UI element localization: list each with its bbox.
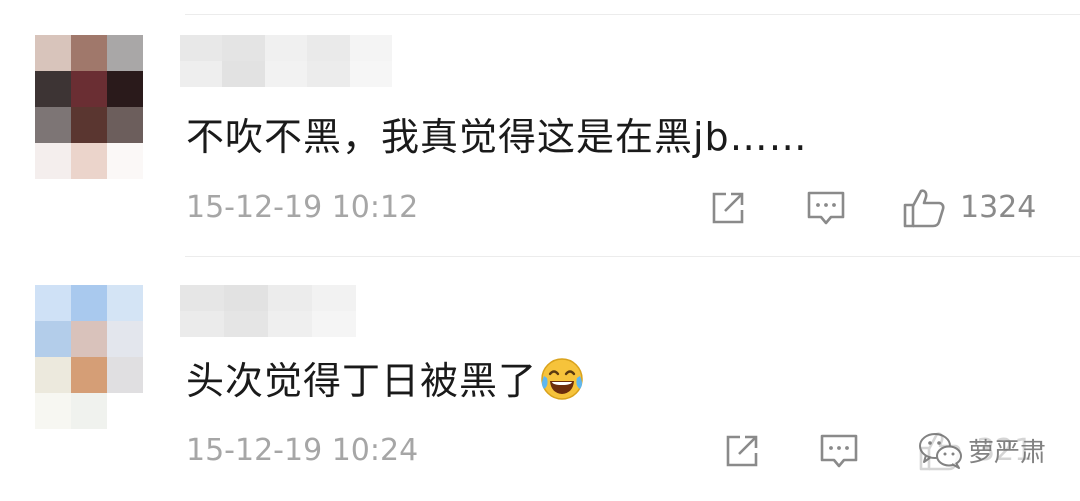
comment-item: 不吹不黑，我真觉得这是在黑jb…… 15-12-19 10:12 1324	[0, 0, 1080, 256]
username-blur-cell	[312, 285, 356, 311]
username-blur-cell	[222, 61, 265, 87]
avatar-mosaic-cell	[35, 107, 71, 143]
avatar-mosaic-cell	[35, 393, 71, 429]
share-icon	[712, 192, 744, 224]
username-blur-cell	[180, 311, 224, 337]
reply-button[interactable]	[805, 188, 847, 228]
avatar-mosaic-cell	[71, 357, 107, 393]
comment-icon	[807, 191, 845, 225]
comment-text-content: 头次觉得丁日被黑了	[186, 359, 538, 403]
avatar-mosaic-cell	[107, 107, 143, 143]
username-blur-cell	[180, 285, 224, 311]
avatar[interactable]	[35, 285, 143, 429]
username-blur-row-top	[180, 35, 392, 61]
comment-divider	[185, 256, 1080, 257]
avatar-mosaic-cell	[35, 285, 71, 321]
avatar-mosaic-cell	[107, 71, 143, 107]
avatar-mosaic-cell	[107, 285, 143, 321]
username-blur-cell	[180, 35, 223, 61]
watermark-text: 萝严肃	[968, 437, 1047, 468]
username-blur-cell	[222, 35, 265, 61]
like-count: 1324	[960, 190, 1037, 225]
username-blur-cell	[180, 61, 223, 87]
timestamp: 15-12-19 10:12	[186, 190, 419, 225]
username-blur-cell	[307, 61, 350, 87]
avatar-mosaic-cell	[35, 143, 71, 179]
laughing-crying-emoji-icon	[541, 358, 583, 400]
username-blur-row-bottom	[180, 61, 392, 87]
avatar-mosaic-cell	[107, 321, 143, 357]
username-blur-cell	[307, 35, 350, 61]
username-blur-cell	[268, 285, 312, 311]
username-blur-row-bottom	[180, 311, 356, 337]
reply-button[interactable]	[818, 431, 860, 471]
comment-icon	[820, 434, 858, 468]
avatar-mosaic-cell	[107, 357, 143, 393]
avatar-mosaic-cell	[71, 321, 107, 357]
username-blurred[interactable]	[180, 35, 392, 87]
share-button[interactable]	[722, 431, 762, 471]
share-icon	[726, 435, 758, 467]
comment-list: 不吹不黑，我真觉得这是在黑jb…… 15-12-19 10:12 1324 头次…	[0, 0, 1080, 501]
username-blur-cell	[264, 35, 308, 61]
avatar-mosaic-cell	[35, 35, 71, 71]
like-button[interactable]: 1324	[902, 188, 1036, 228]
avatar-mosaic-cell	[35, 357, 71, 393]
avatar-mosaic-cell	[35, 71, 71, 107]
watermark: 萝严肃	[918, 428, 1046, 472]
timestamp: 15-12-19 10:24	[186, 433, 419, 468]
username-blur-cell	[224, 285, 268, 311]
username-blur-row-top	[180, 285, 356, 311]
thumbs-up-icon	[903, 189, 945, 228]
avatar[interactable]	[35, 35, 143, 179]
avatar-mosaic-cell	[71, 35, 107, 71]
avatar-mosaic-cell	[107, 143, 143, 179]
avatar-mosaic-cell	[71, 71, 107, 107]
username-blur-cell	[349, 61, 392, 87]
comment-meta: 15-12-19 10:12 1324	[0, 186, 1080, 230]
comment-text: 头次觉得丁日被黑了	[186, 356, 585, 406]
avatar-mosaic-cell	[71, 393, 107, 429]
avatar-mosaic-cell	[107, 35, 143, 71]
username-blurred[interactable]	[180, 285, 356, 337]
username-blur-cell	[224, 311, 268, 337]
username-blur-cell	[264, 61, 308, 87]
comment-text: 不吹不黑，我真觉得这是在黑jb……	[186, 115, 808, 159]
share-button[interactable]	[708, 188, 748, 228]
avatar-mosaic-cell	[71, 285, 107, 321]
avatar-mosaic-cell	[35, 321, 71, 357]
username-blur-cell	[268, 311, 312, 337]
avatar-mosaic-cell	[107, 393, 143, 429]
username-blur-cell	[312, 311, 356, 337]
username-blur-cell	[349, 35, 392, 61]
avatar-mosaic-cell	[71, 143, 107, 179]
wechat-logo-icon	[919, 433, 962, 469]
avatar-mosaic-cell	[71, 107, 107, 143]
